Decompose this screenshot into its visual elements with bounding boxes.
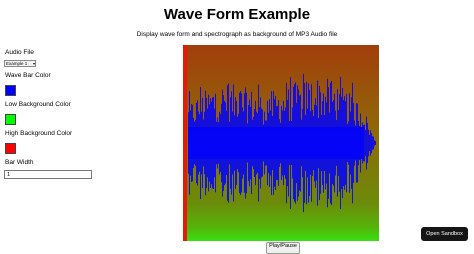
page-title: Wave Form Example: [163, 6, 311, 23]
audio-file-label: Audio File: [5, 49, 34, 56]
waveform-spectrogram[interactable]: [183, 45, 379, 241]
wave-bar-color-label: Wave Bar Color: [5, 72, 51, 79]
audio-file-selected: Example 1: [6, 61, 28, 66]
audio-file-select[interactable]: Example 1 ▾: [4, 60, 36, 67]
bar-width-input[interactable]: [4, 170, 92, 179]
play-pause-button[interactable]: Play/Pause: [266, 242, 300, 254]
high-bg-color-label: High Background Color: [5, 130, 73, 137]
high-bg-color-picker[interactable]: [5, 143, 16, 154]
bar-width-label: Bar Width: [5, 159, 34, 166]
low-bg-color-label: Low Background Color: [5, 101, 71, 108]
low-bg-color-picker[interactable]: [5, 114, 16, 125]
page-subtitle: Display wave form and spectrograph as ba…: [136, 31, 338, 38]
open-sandbox-button[interactable]: Open Sandbox: [421, 227, 468, 241]
chevron-down-icon: ▾: [32, 61, 35, 66]
wave-bar-color-picker[interactable]: [5, 85, 16, 96]
